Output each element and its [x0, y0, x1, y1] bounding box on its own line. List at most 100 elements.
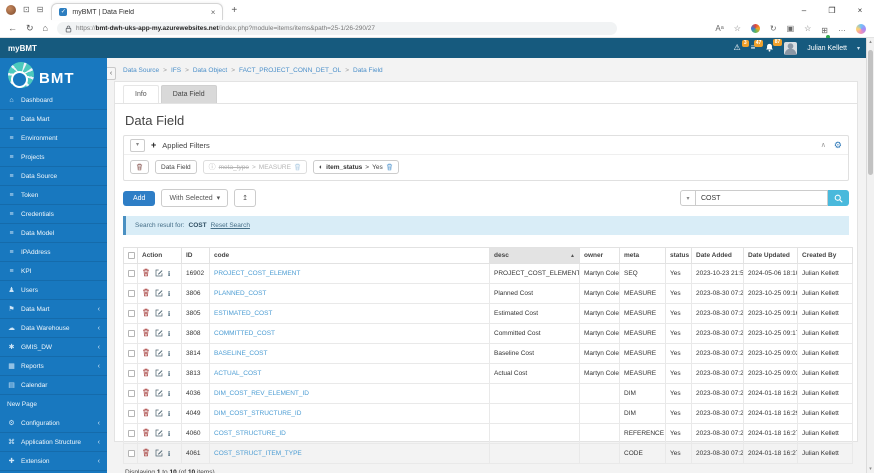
info-icon[interactable]: i — [168, 449, 170, 458]
row-checkbox[interactable] — [128, 290, 135, 298]
sidebar-item-ipaddress[interactable]: ≡ IPAddress — [0, 243, 107, 262]
extension-color-icon[interactable] — [750, 24, 760, 33]
info-icon[interactable]: i — [168, 349, 170, 358]
edit-icon[interactable] — [155, 329, 163, 339]
sidebar-item-gmis-dw[interactable]: ✱ GMIS_DW ‹ — [0, 338, 107, 357]
delete-icon[interactable] — [142, 368, 150, 379]
row-checkbox[interactable] — [128, 350, 135, 358]
refresh-icon[interactable]: ↻ — [26, 24, 34, 33]
address-bar[interactable]: https://bmt-dwh-uks-app-my.azurewebsites… — [56, 22, 617, 35]
breadcrumb-link[interactable]: Data Field — [353, 67, 383, 74]
breadcrumb-link[interactable]: IFS — [171, 67, 181, 74]
search-field-selector[interactable]: ▾ — [680, 190, 696, 206]
search-input[interactable] — [696, 190, 828, 206]
edit-icon[interactable] — [155, 349, 163, 359]
split-screen-icon[interactable]: ▣ — [787, 24, 795, 33]
adblock-extension-icon[interactable]: ⊞ — [821, 20, 830, 39]
back-icon[interactable]: ← — [8, 24, 17, 33]
sidebar-item-dashboard[interactable]: ⌂ Dashboard — [0, 91, 107, 110]
sidebar-item-data-model[interactable]: ≡ Data Model — [0, 224, 107, 243]
search-button[interactable] — [828, 190, 849, 206]
sync-icon[interactable]: ↻ — [770, 24, 777, 33]
sidebar-item-environment[interactable]: ≡ Environment — [0, 129, 107, 148]
delete-icon[interactable] — [142, 308, 150, 319]
code-link[interactable]: BASELINE_COST — [214, 350, 267, 357]
page-scrollbar[interactable]: ▴ ▾ — [866, 38, 874, 473]
browser-profile-avatar[interactable] — [6, 5, 16, 15]
with-selected-button[interactable]: With Selected ▾ — [161, 189, 229, 207]
info-icon[interactable]: i — [168, 369, 170, 378]
col-created-by[interactable]: Created By — [797, 246, 853, 265]
edit-icon[interactable] — [155, 289, 163, 299]
trash-icon[interactable] — [294, 163, 301, 171]
sidebar-item-reports[interactable]: ▦ Reports ‹ — [0, 357, 107, 376]
col-code[interactable]: code — [209, 246, 490, 265]
edit-icon[interactable] — [155, 269, 163, 279]
info-icon[interactable]: i — [168, 269, 170, 278]
sidebar-item-configuration[interactable]: ⚙ Configuration ‹ — [0, 414, 107, 433]
browser-tab[interactable]: ✓ myBMT | Data Field × — [51, 3, 224, 20]
clear-filters-button[interactable] — [130, 160, 149, 174]
favorites-icon[interactable]: ☆ — [804, 24, 811, 33]
sidebar-item-data-warehouse[interactable]: ☁ Data Warehouse ‹ — [0, 319, 107, 338]
row-checkbox[interactable] — [128, 410, 135, 418]
reset-search-link[interactable]: Reset Search — [211, 222, 250, 229]
window-minimize-button[interactable]: – — [790, 6, 818, 15]
row-checkbox[interactable] — [128, 390, 135, 398]
scrollbar-up-icon[interactable]: ▴ — [867, 39, 874, 45]
filters-settings-gear-icon[interactable]: ⚙ — [834, 140, 842, 151]
filters-collapse-button[interactable]: ▾ — [130, 138, 145, 152]
trash-icon[interactable] — [386, 163, 393, 171]
delete-icon[interactable] — [142, 408, 150, 419]
edit-icon[interactable] — [155, 309, 163, 319]
info-icon[interactable]: i — [168, 329, 170, 338]
edit-icon[interactable] — [155, 369, 163, 379]
copilot-icon[interactable] — [856, 23, 866, 34]
tab-data-field[interactable]: Data Field — [160, 85, 217, 103]
new-tab-button[interactable]: + — [231, 5, 237, 16]
breadcrumb-link[interactable]: Data Source — [123, 67, 159, 74]
breadcrumb-link[interactable]: Data Object — [193, 67, 227, 74]
tasks-menu-icon[interactable]: ≡ 47 — [751, 40, 764, 52]
delete-icon[interactable] — [142, 288, 150, 299]
col-desc[interactable]: ▲ desc — [489, 246, 580, 265]
delete-icon[interactable] — [142, 388, 150, 399]
code-link[interactable]: ACTUAL_COST — [214, 370, 261, 377]
row-checkbox[interactable] — [128, 310, 135, 318]
delete-icon[interactable] — [142, 428, 150, 439]
col-id[interactable]: ID — [181, 246, 210, 265]
info-icon[interactable]: i — [168, 409, 170, 418]
scrollbar-thumb[interactable] — [868, 50, 873, 175]
chevron-up-icon[interactable]: ∧ — [821, 141, 826, 149]
delete-icon[interactable] — [142, 448, 150, 459]
col-status[interactable]: status — [665, 246, 692, 265]
warning-icon[interactable]: ⚠ 3 — [733, 40, 749, 52]
edit-icon[interactable] — [155, 429, 163, 439]
more-menu-icon[interactable]: … — [838, 24, 846, 33]
scrollbar-down-icon[interactable]: ▾ — [867, 466, 874, 472]
edit-icon[interactable] — [155, 389, 163, 399]
sidebar-item-data-mart[interactable]: ⚑ Data Mart ‹ — [0, 300, 107, 319]
window-restore-button[interactable]: ❐ — [818, 6, 846, 15]
info-icon[interactable]: i — [168, 389, 170, 398]
tab-actions-icon[interactable]: ⊡ — [23, 6, 30, 14]
col-owner[interactable]: owner — [579, 246, 620, 265]
sidebar-item-projects[interactable]: ≡ Projects — [0, 148, 107, 167]
row-checkbox[interactable] — [128, 330, 135, 338]
edit-icon[interactable] — [155, 409, 163, 419]
code-link[interactable]: COST_STRUCTURE_ID — [214, 430, 286, 437]
code-link[interactable]: COMMITTED_COST — [214, 330, 275, 337]
delete-icon[interactable] — [142, 328, 150, 339]
filter-chip-item-status[interactable]: ◐ item_status > Yes — [312, 160, 399, 174]
code-link[interactable]: COST_STRUCT_ITEM_TYPE — [214, 450, 302, 457]
user-avatar[interactable] — [784, 41, 798, 55]
select-all-checkbox[interactable] — [128, 252, 135, 259]
col-date-updated[interactable]: Date Updated — [743, 246, 798, 265]
home-icon[interactable]: ⌂ — [43, 24, 48, 33]
col-date-added[interactable]: Date Added — [691, 246, 744, 265]
row-checkbox[interactable] — [128, 450, 135, 458]
notifications-bell-icon[interactable]: 87 — [765, 38, 783, 54]
window-close-button[interactable]: × — [846, 6, 874, 15]
upload-button[interactable]: ↥ — [234, 189, 257, 207]
sidebar-item-users[interactable]: ♟ Users — [0, 281, 107, 300]
